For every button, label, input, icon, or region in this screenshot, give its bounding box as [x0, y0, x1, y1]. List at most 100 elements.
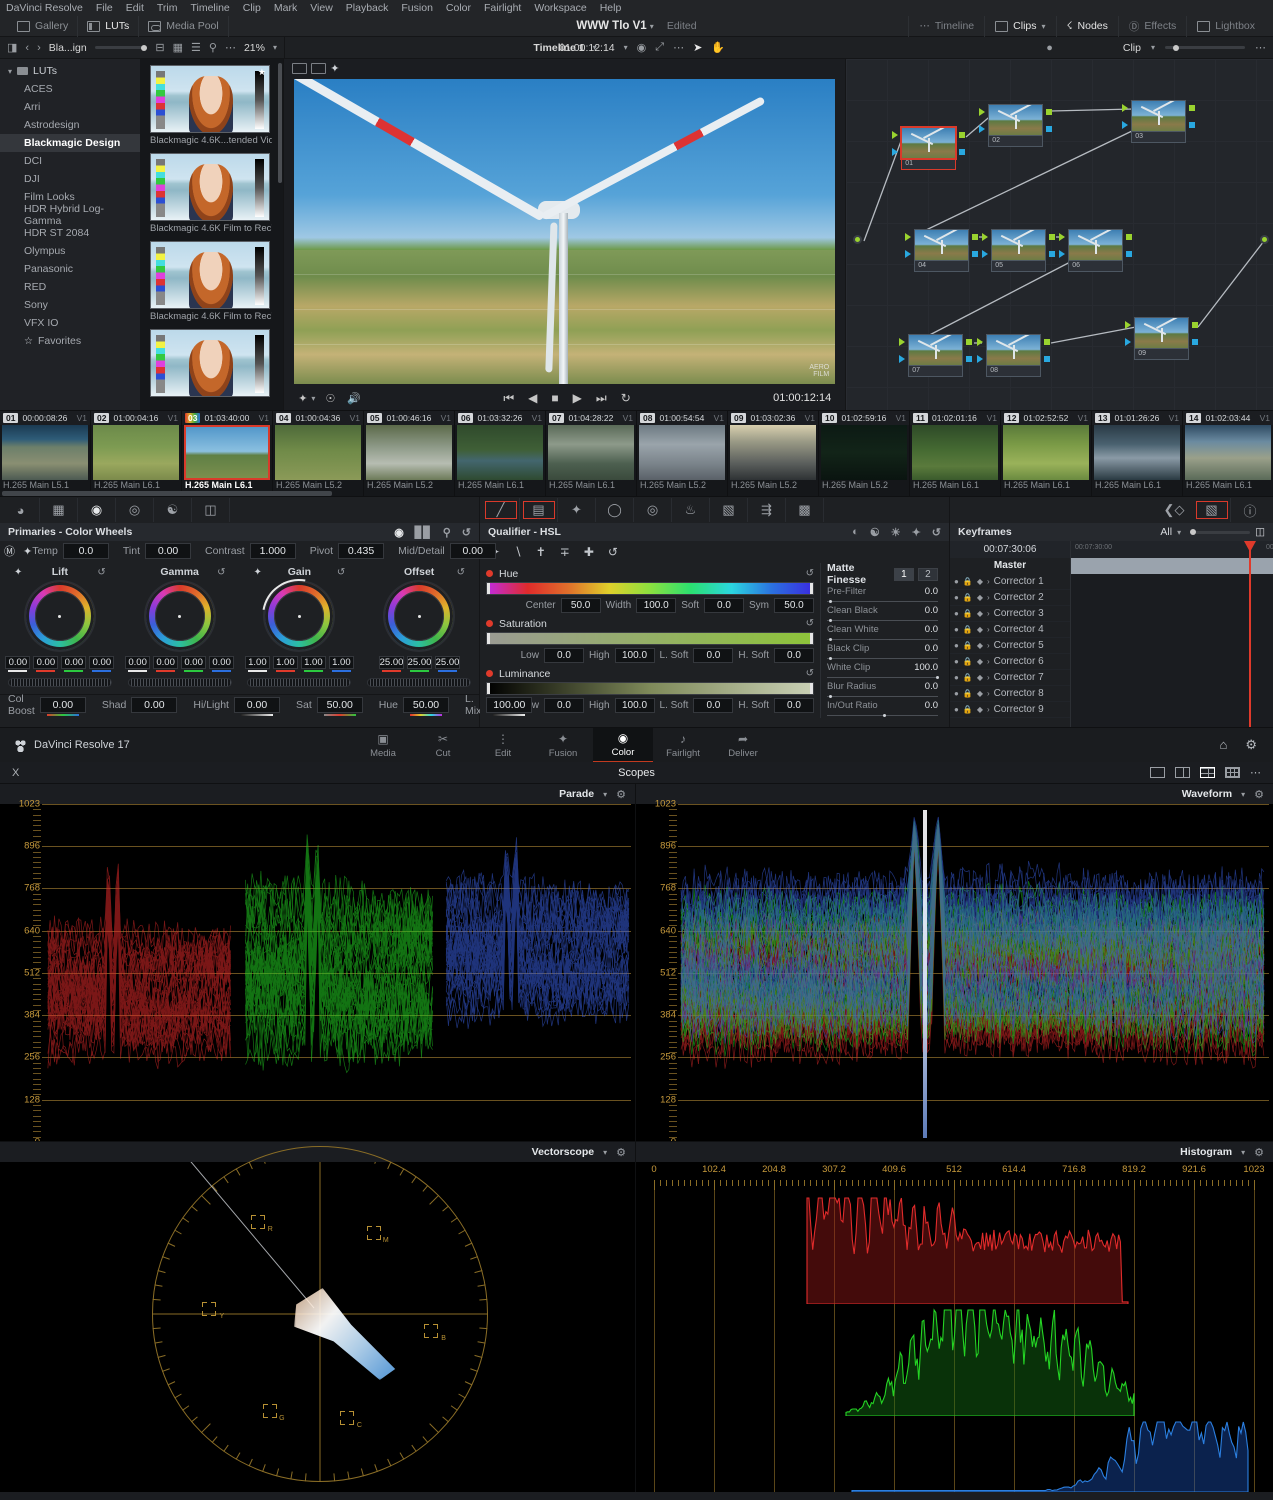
grid-view-icon[interactable]: ▦	[173, 41, 183, 54]
lock-icon[interactable]: 🔒	[963, 689, 973, 698]
keyframe-diamond-icon[interactable]: ◆	[977, 657, 983, 666]
list-view-icon[interactable]: ☰	[191, 41, 201, 54]
project-title[interactable]: WWW Tlo V1	[576, 20, 646, 32]
timeline-clip-09[interactable]: 09 01:03:02:36 V1 H.265 Main L5.2	[728, 411, 819, 496]
qualifier-enable-toggle[interactable]	[486, 670, 493, 677]
scope-parade[interactable]: Parade ▾ ⚙ 0 128 256 384 512 640 768 896 1023	[0, 784, 636, 1142]
keyframe-track-corrector-5[interactable]: ● 🔒 ◆ › Corrector 5	[950, 638, 1070, 654]
nodes-toggle-button[interactable]: ☇ Nodes	[1055, 15, 1118, 37]
keyframe-track-corrector-1[interactable]: ● 🔒 ◆ › Corrector 1	[950, 574, 1070, 590]
page-tab-cut[interactable]: ✂ Cut	[413, 728, 473, 763]
qualifier-range-bar[interactable]	[486, 632, 814, 645]
wheel-ring-slider[interactable]	[7, 678, 112, 687]
forward-arrow-icon[interactable]: ›	[37, 42, 41, 54]
node-mode-chevron-down-icon[interactable]: ▾	[1151, 43, 1155, 52]
keyframe-track-corrector-9[interactable]: ● 🔒 ◆ › Corrector 9	[950, 702, 1070, 718]
wheel-offset[interactable]: Offset ↺ 25.00 25.00 25.00	[359, 565, 479, 687]
timeline-clip-02[interactable]: 02 01:00:04:16 V1 H.265 Main L6.1	[91, 411, 182, 496]
lut-item[interactable]: Blackmagic 4.6K Film to Rec709 v3	[150, 153, 273, 234]
lock-icon[interactable]: 🔒	[963, 673, 973, 682]
track-enable-icon[interactable]: ●	[954, 609, 959, 618]
timeline-clip-04[interactable]: 04 01:00:04:36 V1 H.265 Main L5.2	[273, 411, 364, 496]
clip-thumbnail[interactable]	[730, 425, 816, 480]
parade-settings-icon[interactable]: ⚙	[616, 788, 626, 801]
track-enable-icon[interactable]: ●	[954, 657, 959, 666]
scope-waveform[interactable]: Waveform ▾ ⚙ 0 128 256 384 512 640 768 896 1023	[636, 784, 1273, 1142]
lut-folder-sony[interactable]: Sony	[0, 296, 140, 314]
lut-thumbnail[interactable]	[150, 153, 270, 221]
tint-field[interactable]: 0.00	[145, 543, 192, 559]
search-icon[interactable]: ⚲	[209, 41, 217, 54]
wheels-mode-icon[interactable]: ◉	[394, 526, 404, 539]
menu-item-file[interactable]: File	[96, 2, 113, 14]
keyframe-track-corrector-7[interactable]: ● 🔒 ◆ › Corrector 7	[950, 670, 1070, 686]
menu-item-trim[interactable]: Trim	[157, 2, 178, 14]
chevron-right-icon[interactable]: ›	[987, 609, 990, 618]
curves-icon[interactable]: ╱	[482, 498, 520, 522]
last-frame-icon[interactable]: ⏭	[596, 391, 607, 406]
layout-dual-icon[interactable]	[1175, 767, 1190, 778]
wheel-picker-icon[interactable]: ✦	[14, 567, 22, 578]
soften-plus-icon[interactable]: ✚	[584, 545, 594, 559]
timeline-clip-08[interactable]: 08 01:00:54:54 V1 H.265 Main L5.2	[637, 411, 728, 496]
keyframe-diamond-icon[interactable]: ◆	[977, 689, 983, 698]
contrast-field[interactable]: 1.000	[249, 543, 296, 559]
node-more-icon[interactable]: ⋯	[1255, 41, 1266, 54]
blur-icon[interactable]: ♨	[672, 498, 710, 522]
lock-icon[interactable]: 🔒	[963, 593, 973, 602]
home-icon[interactable]: ⌂	[1219, 737, 1227, 753]
keyframes-expand-icon[interactable]: ◫	[1255, 526, 1265, 538]
node-input-rgb-port[interactable]	[979, 108, 986, 116]
stop-icon[interactable]: ■	[551, 391, 558, 406]
primaries-reset-icon[interactable]: ↺	[462, 526, 471, 539]
color-wheel-control[interactable]	[25, 582, 94, 650]
lut-folder-favorites[interactable]: ☆ Favorites	[0, 332, 140, 350]
lut-folder-dci[interactable]: DCI	[0, 152, 140, 170]
chevron-right-icon[interactable]: ›	[987, 625, 990, 634]
vectorscope-settings-icon[interactable]: ⚙	[616, 1146, 626, 1159]
stack-icon[interactable]: ☉	[325, 392, 335, 405]
node-output-key-port[interactable]	[972, 251, 979, 257]
qualifier-section-reset-icon[interactable]: ↺	[806, 568, 814, 579]
chevron-right-icon[interactable]: ›	[987, 641, 990, 650]
wheel-lift[interactable]: ✦ Lift ↺ 0.00 0.00 0.00 0.00	[0, 565, 120, 687]
clip-thumbnail[interactable]	[639, 425, 725, 480]
page-tab-fairlight[interactable]: ♪ Fairlight	[653, 728, 713, 763]
node-input-rgb-port[interactable]	[905, 233, 912, 241]
clip-thumbnail[interactable]	[1185, 425, 1271, 480]
node-03[interactable]: 03	[1122, 100, 1196, 143]
wheel-picker-icon[interactable]: ✦	[254, 567, 262, 578]
keyframes-filter[interactable]: All ▾ ◫	[1160, 526, 1265, 538]
node-scale-handle-icon[interactable]: ●	[1046, 42, 1053, 54]
lut-folder-aces[interactable]: ACES	[0, 80, 140, 98]
menu-item-playback[interactable]: Playback	[346, 2, 389, 14]
wheel-value[interactable]: 25.00	[378, 656, 404, 672]
keyframes-ruler[interactable]: 00:07:30:00 00:07:31:10	[1071, 541, 1273, 558]
wheel-handle[interactable]	[417, 614, 421, 618]
wheel-value[interactable]: 25.00	[406, 656, 432, 672]
timeline-clip-06[interactable]: 06 01:03:32:26 V1 H.265 Main L6.1	[455, 411, 546, 496]
wheel-value[interactable]: 1.00	[244, 656, 270, 672]
node-05[interactable]: 05	[982, 229, 1056, 272]
lut-item[interactable]: ★ Blackmagic 4.6K...tended Video v4	[150, 65, 273, 146]
sizing-icon[interactable]: ⇶	[748, 498, 786, 522]
track-enable-icon[interactable]: ●	[954, 705, 959, 714]
lut-folder-dji[interactable]: DJI	[0, 170, 140, 188]
node-input-rgb-port[interactable]	[1125, 321, 1132, 329]
node-output-key-port[interactable]	[1189, 122, 1196, 128]
wheel-reset-icon[interactable]: ↺	[217, 567, 225, 578]
wheel-reset-icon[interactable]: ↺	[457, 567, 465, 578]
node-mode[interactable]: Clip	[1123, 42, 1141, 54]
col-boost-field[interactable]: 0.00	[39, 696, 86, 716]
page-tab-media[interactable]: ▣ Media	[353, 728, 413, 763]
node-08[interactable]: 08	[977, 334, 1051, 377]
lut-thumbnail[interactable]: ★	[150, 65, 270, 133]
wheel-ring-slider[interactable]	[247, 678, 352, 687]
timeline-clip-03[interactable]: 03 01:03:40:00 V1 H.265 Main L6.1	[182, 411, 273, 496]
pick-minus-icon[interactable]: ∖	[514, 545, 522, 559]
color-wheels-icon[interactable]: ◉	[78, 498, 116, 522]
lut-folder-arri[interactable]: Arri	[0, 98, 140, 116]
matte-pre-filter[interactable]: Pre-Filter 0.0	[827, 586, 938, 603]
histogram-chevron-down-icon[interactable]: ▾	[1241, 1148, 1245, 1157]
matte-clean-black[interactable]: Clean Black 0.0	[827, 605, 938, 622]
